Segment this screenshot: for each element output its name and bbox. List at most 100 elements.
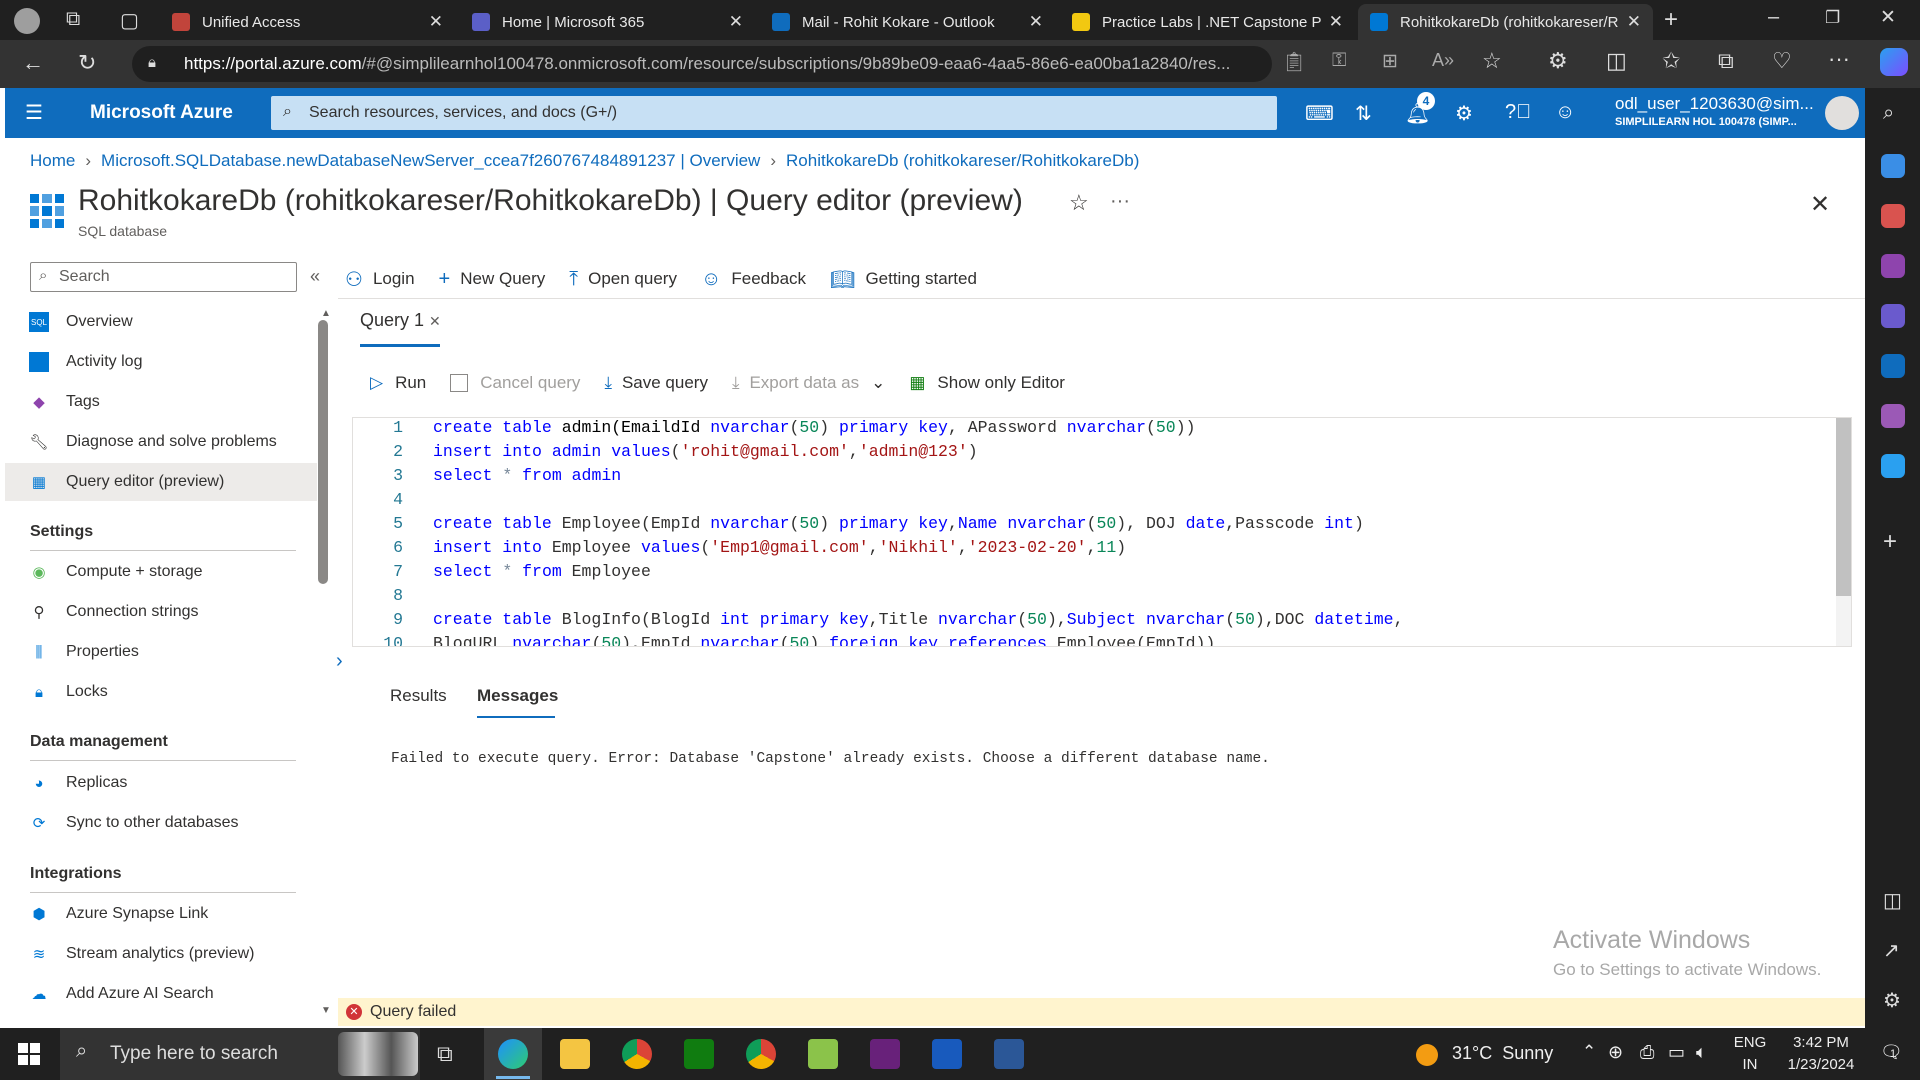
avatar[interactable] (1825, 96, 1859, 130)
global-search-input[interactable]: ⌕ Search resources, services, and docs (… (271, 96, 1277, 130)
edge-icon[interactable] (498, 1039, 528, 1069)
breadcrumb-deployment[interactable]: Microsoft.SQLDatabase.newDatabaseNewServ… (101, 151, 760, 170)
menu-search-input[interactable]: ⌕ Search (30, 262, 297, 292)
tab-query-1[interactable]: Query 1 ✕ (360, 310, 441, 331)
sidebar-item-query-editor[interactable]: ▦ Query editor (preview) (5, 463, 317, 501)
sidebar-item-ai-search[interactable]: ☁︎ Add Azure AI Search (5, 975, 317, 1013)
windows-start-icon[interactable] (18, 1043, 40, 1065)
language-indicator[interactable]: ENG IN (1732, 1032, 1768, 1076)
project-app-icon[interactable] (684, 1039, 714, 1069)
help-icon[interactable]: ?⃝ (1505, 101, 1531, 124)
sidebar-item-stream-analytics[interactable]: ≋ Stream analytics (preview) (5, 935, 317, 973)
sql-server-icon[interactable] (994, 1039, 1024, 1069)
open-external-icon[interactable]: ↗ (1883, 938, 1900, 963)
new-query-button[interactable]: + New Query (439, 268, 546, 291)
export-data-button[interactable]: ⤓ Export data as ⌄ (732, 373, 885, 393)
close-window-icon[interactable]: ✕ (1880, 6, 1896, 29)
battery-icon[interactable]: ▭ (1668, 1042, 1685, 1063)
weather-text[interactable]: 31°C Sunny (1452, 1042, 1553, 1064)
back-icon[interactable]: ← (22, 50, 44, 76)
weather-icon[interactable] (1416, 1044, 1438, 1066)
sidebar-item-sync[interactable]: ⟳ Sync to other databases (5, 804, 317, 842)
save-query-button[interactable]: ⤓ Save query (604, 373, 708, 393)
azure-brand[interactable]: Microsoft Azure (90, 102, 233, 124)
sidebar-item-synapse-link[interactable]: ⬢ Azure Synapse Link (5, 895, 317, 933)
close-tab-icon[interactable]: ✕ (1029, 12, 1043, 32)
settings-gear-icon[interactable]: ⚙︎ (1455, 101, 1473, 126)
outlook-icon[interactable] (1881, 354, 1905, 378)
copilot-icon[interactable] (1880, 48, 1908, 76)
feedback-icon[interactable]: ☺︎ (1555, 101, 1575, 124)
close-blade-icon[interactable]: ✕ (1810, 190, 1830, 219)
browser-tab[interactable]: Unified Access ✕ (160, 4, 455, 40)
sidebar-item-activity-log[interactable]: Activity log (5, 343, 317, 381)
apps-icon[interactable]: ⊞ (1382, 50, 1398, 73)
browser-tab[interactable]: Practice Labs | .NET Capstone Pro ✕ (1060, 4, 1355, 40)
refresh-icon[interactable]: ↻ (78, 50, 96, 76)
close-tab-icon[interactable]: ✕ (429, 313, 441, 329)
key-icon[interactable]: ⚿ (1332, 50, 1346, 72)
designer-icon[interactable] (1881, 404, 1905, 428)
visual-studio-icon[interactable] (870, 1039, 900, 1069)
read-aloud-icon[interactable]: A» (1432, 50, 1454, 71)
sidebar-item-overview[interactable]: SQL Overview (5, 303, 317, 341)
file-explorer-icon[interactable] (560, 1039, 590, 1069)
sidebar-item-properties[interactable]: ⫼ Properties (5, 633, 317, 671)
extensions-icon[interactable]: ⚙︎ (1548, 48, 1568, 74)
browser-tab[interactable]: Mail - Rohit Kokare - Outlook ✕ (760, 4, 1055, 40)
close-tab-icon[interactable]: ✕ (1627, 12, 1641, 32)
workspaces-icon[interactable]: ⧉ (66, 8, 80, 31)
run-button[interactable]: ▷ Run (370, 373, 426, 393)
games-icon[interactable] (1881, 254, 1905, 278)
clipboard-icon[interactable]: 📋︎ (1282, 50, 1306, 74)
tab-results[interactable]: Results (390, 686, 447, 706)
search-icon[interactable]: ⌕ (1883, 102, 1894, 125)
profile-avatar[interactable] (14, 8, 40, 34)
breadcrumb-home[interactable]: Home (30, 151, 75, 170)
directory-filter-icon[interactable]: ⇅ (1355, 101, 1372, 126)
hamburger-icon[interactable]: ☰ (25, 100, 43, 125)
word-icon[interactable] (932, 1039, 962, 1069)
sidebar-item-diagnose[interactable]: 🔧︎ Diagnose and solve problems (5, 423, 317, 461)
breadcrumb-database[interactable]: RohitkokareDb (rohitkokareser/Rohitkokar… (786, 151, 1139, 170)
settings-gear-icon[interactable]: ⚙︎ (1883, 988, 1901, 1013)
collections-icon[interactable]: ⧉ (1718, 48, 1734, 74)
favorite-star-icon[interactable]: ☆ (1069, 190, 1089, 216)
volume-icon[interactable]: 🔈︎ (1696, 1042, 1707, 1063)
sidebar-item-connection-strings[interactable]: ⚲ Connection strings (5, 593, 317, 631)
new-tab-icon[interactable]: + (1664, 6, 1678, 34)
more-icon[interactable]: ··· (1828, 46, 1850, 72)
getting-started-button[interactable]: 📖︎ Getting started (830, 267, 977, 292)
browser-tab-active[interactable]: RohitkokareDb (rohitkokareser/R ✕ (1358, 4, 1653, 40)
expand-results-icon[interactable]: › (336, 650, 343, 673)
close-tab-icon[interactable]: ✕ (429, 12, 443, 32)
cancel-query-button[interactable]: Cancel query (450, 373, 580, 393)
collapse-menu-icon[interactable]: « (310, 266, 320, 287)
split-screen-icon[interactable]: ◫ (1606, 48, 1627, 74)
open-query-button[interactable]: ⤒ Open query (569, 268, 677, 291)
more-options-icon[interactable]: ··· (1110, 190, 1130, 213)
show-only-editor-button[interactable]: ▦ Show only Editor (909, 373, 1065, 393)
editor-scrollbar-thumb[interactable] (1836, 418, 1851, 596)
send-icon[interactable] (1881, 454, 1905, 478)
sidebar-item-tags[interactable]: ◆ Tags (5, 383, 317, 421)
account-menu[interactable]: odl_user_1203630@sim... SIMPLILEARN HOL … (1615, 95, 1814, 131)
chevron-up-icon[interactable]: ⌃ (1582, 1042, 1596, 1062)
rocket-icon[interactable] (1881, 154, 1905, 178)
taskbar-search-input[interactable]: ⌕ Type here to search (60, 1028, 420, 1080)
cloud-shell-icon[interactable]: ⌨︎ (1305, 101, 1334, 126)
tab-actions-icon[interactable]: ▢ (120, 8, 139, 33)
close-tab-icon[interactable]: ✕ (1329, 12, 1343, 32)
minimize-icon[interactable]: – (1768, 6, 1779, 29)
tools-app-icon[interactable] (808, 1039, 838, 1069)
sidebar-item-replicas[interactable]: ◕ Replicas (5, 764, 317, 802)
toolbox-icon[interactable] (1881, 204, 1905, 228)
sidebar-item-compute-storage[interactable]: ◉ Compute + storage (5, 553, 317, 591)
browser-tab[interactable]: Home | Microsoft 365 ✕ (460, 4, 755, 40)
scroll-up-icon[interactable]: ▲ (321, 308, 331, 319)
maximize-icon[interactable]: ❐ (1825, 8, 1840, 28)
meet-now-icon[interactable]: ⎙ (1640, 1042, 1654, 1063)
network-icon[interactable]: ⊕ (1608, 1042, 1623, 1063)
performance-icon[interactable]: ♡ (1772, 48, 1792, 74)
copilot-icon[interactable] (1881, 304, 1905, 328)
